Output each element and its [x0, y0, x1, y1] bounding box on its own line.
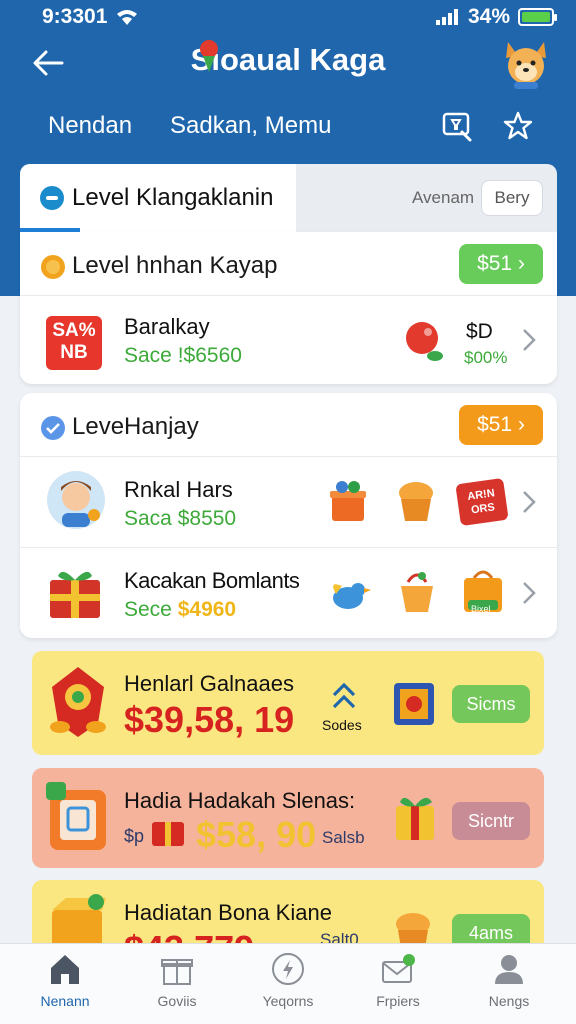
menu-item-sadkan[interactable]: Sadkan, Memu [170, 112, 331, 140]
level-tab-icon [40, 186, 64, 210]
level-section-card: Level hnhan Kayap $51 › SA% NB Baralkay … [20, 232, 557, 384]
level-tab-bar: Level Klangaklanin Avenam Bery [20, 164, 557, 232]
promo-title: Henlarl Galnaaes [124, 671, 294, 696]
tab-secondary[interactable]: Avenam [412, 188, 474, 208]
chevron-right-icon [523, 329, 536, 351]
basket-icon [401, 572, 433, 612]
gift-card-icon [46, 782, 106, 850]
item-subtitle-label: Sece [124, 598, 172, 621]
item-title: Rnkal Hars [124, 477, 233, 502]
list-item[interactable]: Kacakan Bomlants Sece $4960 Bixel [20, 547, 557, 637]
section-action-button-2[interactable]: $51 › [459, 405, 543, 445]
user-icon [495, 955, 523, 984]
tab-level-label: Level Klangaklanin [72, 184, 274, 211]
battery-icon [518, 8, 557, 26]
nav-item-gifts[interactable]: Goviis [127, 952, 227, 1020]
promo-tag-badge: AR!N ORS [455, 477, 509, 527]
promo-middle-label: Sodes [322, 717, 362, 733]
nav-label-home: Nenann [40, 993, 90, 1009]
bag-label: Bixel [471, 604, 491, 614]
nav-label-deals: Yeqorns [262, 993, 314, 1009]
list-item[interactable]: SA% NB Baralkay Sace !$6560 $D $00% [20, 296, 557, 384]
promo-amount: $39,58, 19 [124, 699, 295, 740]
tab-level[interactable]: Level Klangaklanin [20, 164, 296, 232]
status-bar: 9:3301 34% [0, 0, 576, 34]
tab-chip-button[interactable]: Bery [481, 180, 543, 216]
item-title: Kacakan Bomlants [124, 568, 300, 593]
map-pin-icon [200, 40, 218, 72]
status-time: 9:3301 [42, 5, 108, 28]
filter-icon[interactable] [440, 110, 474, 144]
bottom-nav: Nenann Goviis Yeqorns Frpiers Nengs [0, 943, 576, 1024]
item-subtitle: Sace !$6560 [124, 344, 242, 367]
battery-percent: 34% [467, 5, 510, 28]
chevron-right-icon [523, 582, 536, 604]
promo-amount-prefix: $p [124, 826, 145, 846]
star-icon[interactable] [502, 110, 534, 142]
bird-icon [333, 583, 371, 609]
avatar [47, 471, 105, 529]
item-price: $D [466, 320, 493, 343]
lightning-circle-icon [272, 953, 304, 985]
gift-icon [161, 959, 193, 985]
cherry-icon [406, 322, 443, 361]
promo-title: Hadiatan Bona Kiane [124, 900, 332, 925]
item-title: Baralkay [124, 314, 210, 339]
promo-title: Hadia Hadakah Slenas: [124, 788, 356, 813]
header-menu: Nendan Sadkan, Memu [0, 108, 576, 148]
promo-card[interactable]: Henlarl Galnaaes $39,58, 19 Sodes Sicms [32, 651, 544, 755]
home-icon [51, 955, 79, 984]
nav-item-home[interactable]: Nenann [15, 952, 115, 1020]
sale-badge: SA% NB [46, 316, 102, 370]
ornament-icon [50, 667, 106, 737]
promo-action-button[interactable]: Sicms [452, 685, 530, 723]
promo-middle-label: Salsb [322, 828, 365, 847]
item-subtitle-amount: $4960 [177, 598, 237, 621]
toy-box-icon [394, 683, 434, 725]
cupcake-icon [399, 482, 433, 521]
section-title-2: LeveHanjay [72, 413, 199, 440]
promo-amount: $58, 90 [196, 814, 317, 855]
nav-label-messages: Frpiers [376, 993, 420, 1009]
section-action-button[interactable]: $51 › [459, 244, 543, 284]
nav-item-deals[interactable]: Yeqorns [238, 952, 338, 1020]
chevron-right-icon [523, 491, 536, 513]
section-header: Level hnhan Kayap $51 › [20, 232, 557, 296]
gift-box-icon [396, 797, 434, 840]
coin-icon [41, 255, 65, 279]
check-badge-icon [41, 416, 65, 440]
list-item[interactable]: Rnkal Hars Saca $8550 AR!N ORS [20, 457, 557, 547]
nav-label-gifts: Goviis [157, 993, 197, 1009]
section-title: Level hnhan Kayap [72, 252, 278, 279]
arrows-up-icon [332, 682, 356, 709]
app-title: Sioaual Kaga [190, 42, 386, 77]
menu-item-nendan[interactable]: Nendan [48, 112, 132, 140]
promo-card[interactable]: Hadia Hadakah Slenas: $p $58, 90 Salsb S… [32, 768, 544, 868]
level-section-card-2: LeveHanjay $51 › Rnkal Hars Saca $8550 A… [20, 393, 557, 638]
signal-icon [435, 9, 458, 25]
nav-item-profile[interactable]: Nengs [459, 952, 559, 1020]
section-header-2: LeveHanjay $51 › [20, 393, 557, 457]
nav-item-messages[interactable]: Frpiers [348, 952, 448, 1020]
promo-action-button[interactable]: Sicntr [452, 802, 530, 840]
item-subtitle-label: Saca [124, 507, 172, 530]
gift-box-icon [152, 822, 184, 846]
wifi-icon [117, 10, 137, 25]
gift-box-icon [50, 571, 100, 618]
nav-label-profile: Nengs [488, 993, 530, 1009]
mail-icon [382, 954, 415, 983]
item-price-sub: $00% [464, 348, 508, 367]
item-subtitle-amount: $8550 [177, 507, 237, 530]
fox-mascot-icon[interactable] [500, 38, 552, 90]
gift-basket-icon [330, 481, 366, 521]
